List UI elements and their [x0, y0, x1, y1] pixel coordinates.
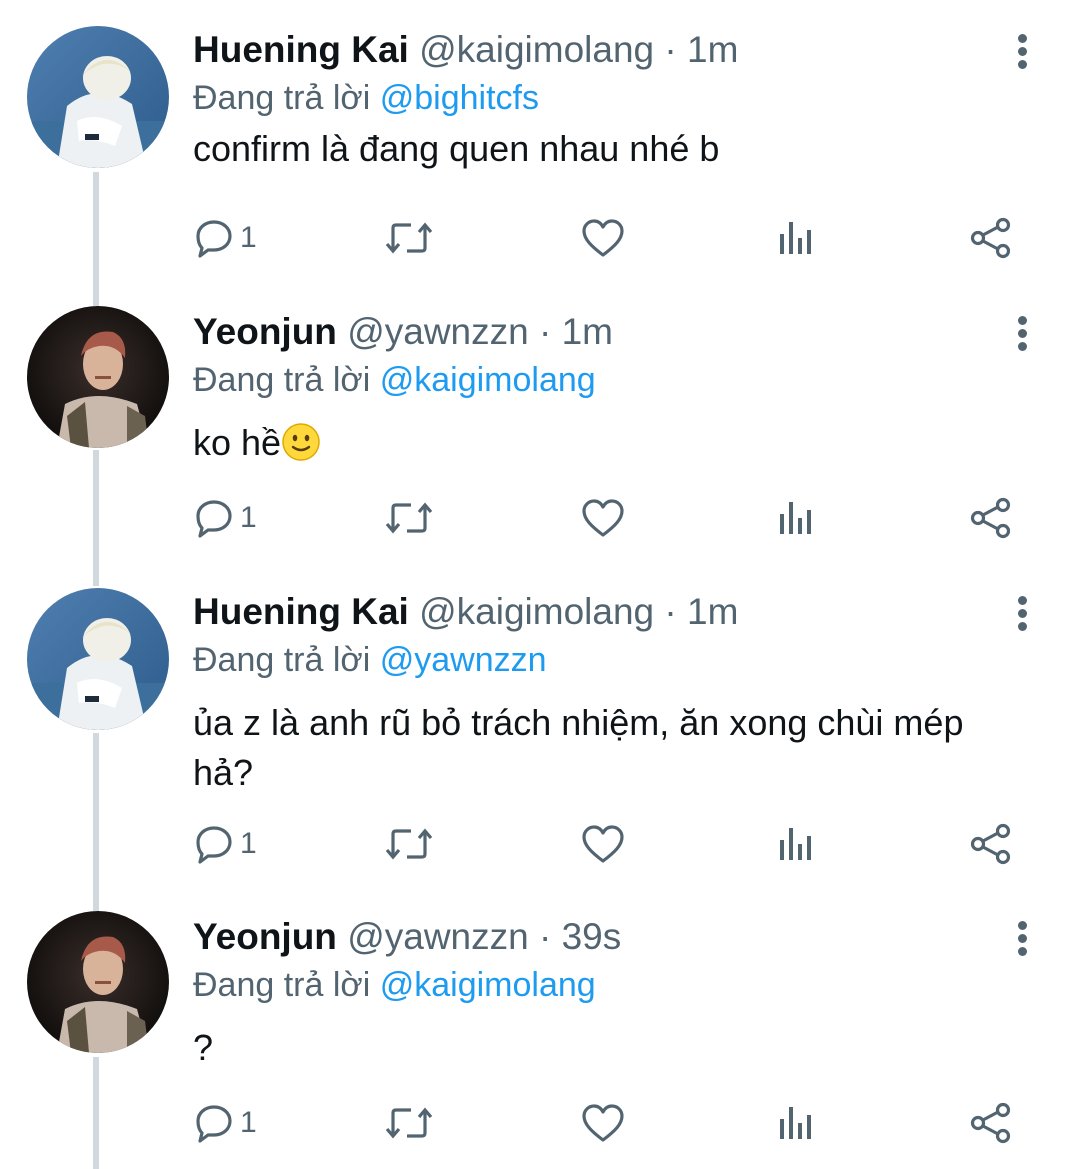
username[interactable]: @yawnzzn: [347, 916, 529, 957]
reply-icon: [194, 218, 234, 258]
replying-to: Đang trả lời @yawnzzn: [193, 638, 547, 682]
reply-icon: [194, 498, 234, 538]
tweet-actions: 1: [0, 208, 1080, 268]
mention-link[interactable]: @bighitcfs: [380, 79, 539, 117]
display-name[interactable]: Huening Kai: [193, 29, 409, 70]
retweet-button[interactable]: [385, 208, 433, 268]
tweet-text: ?: [193, 1027, 214, 1068]
share-button[interactable]: [970, 1093, 1012, 1153]
share-button[interactable]: [970, 208, 1012, 268]
analytics-button[interactable]: [778, 814, 814, 874]
share-button[interactable]: [970, 488, 1012, 548]
mention-link[interactable]: @kaigimolang: [380, 966, 596, 1004]
retweet-button[interactable]: [385, 814, 433, 874]
like-button[interactable]: [581, 1093, 625, 1153]
reply-count: 1: [240, 827, 257, 860]
more-vertical-icon[interactable]: [1010, 32, 1034, 72]
analytics-icon: [778, 824, 814, 864]
heart-icon: [581, 498, 625, 538]
username[interactable]: @kaigimolang: [419, 591, 654, 632]
replying-prefix: Đang trả lời: [193, 966, 371, 1004]
reply-button[interactable]: 1: [194, 208, 257, 268]
display-name[interactable]: Huening Kai: [193, 591, 409, 632]
retweet-icon: [385, 498, 433, 538]
heart-icon: [581, 824, 625, 864]
tweet-text-content: ko hề: [193, 422, 282, 463]
reply-count: 1: [240, 1106, 257, 1139]
retweet-icon: [385, 824, 433, 864]
share-icon: [970, 1102, 1012, 1144]
tweet[interactable]: Huening Kai @kaigimolang · 1m Đang trả l…: [0, 562, 1080, 892]
tweet-actions: 1: [0, 1093, 1080, 1153]
replying-prefix: Đang trả lời: [193, 641, 371, 679]
tweet[interactable]: Yeonjun @yawnzzn · 1m Đang trả lời @kaig…: [0, 282, 1080, 582]
share-icon: [970, 497, 1012, 539]
analytics-icon: [778, 218, 814, 258]
replying-to: Đang trả lời @kaigimolang: [193, 963, 596, 1007]
timestamp[interactable]: 1m: [562, 311, 613, 352]
like-button[interactable]: [581, 208, 625, 268]
separator: ·: [538, 916, 552, 957]
tweet-actions: 1: [0, 814, 1080, 874]
huening-kai-avatar[interactable]: [27, 588, 169, 730]
timestamp[interactable]: 1m: [687, 591, 738, 632]
share-icon: [970, 823, 1012, 865]
tweet-header: Yeonjun @yawnzzn · 39s: [193, 915, 621, 959]
mention-link[interactable]: @kaigimolang: [380, 361, 596, 399]
separator: ·: [664, 591, 677, 632]
yeonjun-avatar[interactable]: [27, 306, 169, 448]
tweet-text: ủa z là anh rũ bỏ trách nhiệm, ăn xong c…: [193, 702, 964, 793]
retweet-button[interactable]: [385, 488, 433, 548]
replying-to: Đang trả lời @bighitcfs: [193, 76, 539, 120]
username[interactable]: @kaigimolang: [419, 29, 654, 70]
retweet-icon: [385, 1103, 433, 1143]
yeonjun-avatar[interactable]: [27, 911, 169, 1053]
timestamp[interactable]: 1m: [687, 29, 738, 70]
share-button[interactable]: [970, 814, 1012, 874]
more-vertical-icon[interactable]: [1010, 594, 1034, 634]
mention-link[interactable]: @yawnzzn: [380, 641, 547, 679]
heart-icon: [581, 1103, 625, 1143]
retweet-button[interactable]: [385, 1093, 433, 1153]
tweet-header: Yeonjun @yawnzzn · 1m: [193, 310, 613, 354]
replying-prefix: Đang trả lời: [193, 79, 371, 117]
replying-prefix: Đang trả lời: [193, 361, 371, 399]
retweet-icon: [385, 218, 433, 258]
display-name[interactable]: Yeonjun: [193, 311, 337, 352]
more-vertical-icon[interactable]: [1010, 919, 1034, 959]
reply-count: 1: [240, 221, 257, 254]
display-name[interactable]: Yeonjun: [193, 916, 337, 957]
separator: ·: [664, 29, 677, 70]
reply-icon: [194, 1103, 234, 1143]
analytics-button[interactable]: [778, 1093, 814, 1153]
huening-kai-avatar[interactable]: [27, 26, 169, 168]
username[interactable]: @yawnzzn: [347, 311, 529, 352]
reply-icon: [194, 824, 234, 864]
slightly-smiling-face-emoji: [281, 422, 321, 462]
more-vertical-icon[interactable]: [1010, 314, 1034, 354]
reply-button[interactable]: 1: [194, 488, 257, 548]
analytics-button[interactable]: [778, 488, 814, 548]
share-icon: [970, 217, 1012, 259]
tweet[interactable]: Yeonjun @yawnzzn · 39s Đang trả lời @kai…: [0, 887, 1080, 1169]
heart-icon: [581, 218, 625, 258]
tweet[interactable]: Huening Kai @kaigimolang · 1m Đang trả l…: [0, 0, 1080, 300]
tweet-actions: 1: [0, 488, 1080, 548]
reply-button[interactable]: 1: [194, 814, 257, 874]
tweet-text: confirm là đang quen nhau nhé b: [193, 128, 720, 169]
timestamp[interactable]: 39s: [562, 916, 622, 957]
like-button[interactable]: [581, 814, 625, 874]
reply-button[interactable]: 1: [194, 1093, 257, 1153]
tweet-header: Huening Kai @kaigimolang · 1m: [193, 28, 738, 72]
analytics-icon: [778, 1103, 814, 1143]
reply-count: 1: [240, 501, 257, 534]
tweet-text: ko hề: [193, 418, 1033, 468]
analytics-button[interactable]: [778, 208, 814, 268]
analytics-icon: [778, 498, 814, 538]
replying-to: Đang trả lời @kaigimolang: [193, 358, 596, 402]
like-button[interactable]: [581, 488, 625, 548]
tweet-header: Huening Kai @kaigimolang · 1m: [193, 590, 738, 634]
separator: ·: [538, 311, 552, 352]
